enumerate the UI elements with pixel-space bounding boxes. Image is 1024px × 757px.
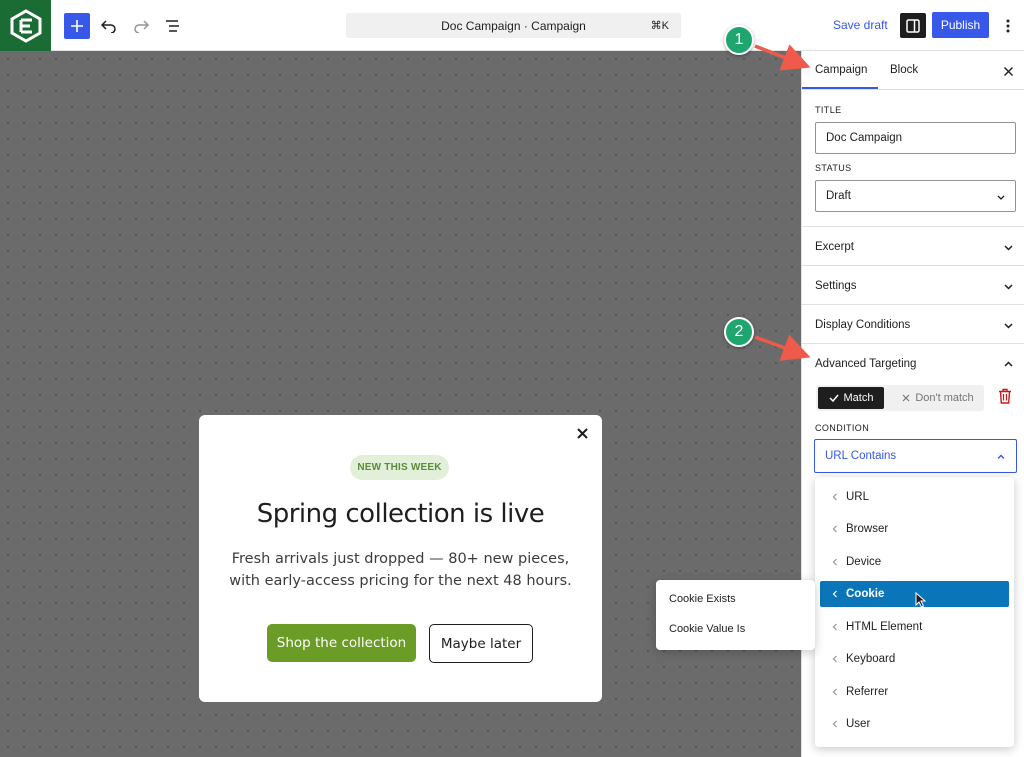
dropdown-item-label: Cookie: [846, 588, 885, 600]
panel-settings-label: Settings: [815, 280, 857, 292]
logo-icon: [10, 8, 41, 43]
add-block-button[interactable]: [64, 13, 90, 39]
document-overview-button[interactable]: [161, 14, 185, 38]
chevron-left-icon: [832, 590, 837, 598]
redo-icon: [134, 20, 149, 33]
condition-value: URL Contains: [825, 450, 897, 462]
command-bar[interactable]: Doc Campaign · Campaign ⌘K: [346, 13, 681, 38]
condition-select[interactable]: URL Contains: [814, 439, 1017, 473]
panel-display-conditions-label: Display Conditions: [815, 319, 911, 331]
panel-excerpt-label: Excerpt: [815, 241, 854, 253]
submenu-item-cookie-value-is[interactable]: Cookie Value Is: [669, 623, 745, 635]
dropdown-item-browser[interactable]: Browser: [820, 516, 1009, 542]
cookie-submenu: Cookie Exists Cookie Value Is: [656, 580, 815, 650]
undo-button[interactable]: [97, 14, 121, 38]
dropdown-item-keyboard[interactable]: Keyboard: [820, 646, 1009, 672]
tab-campaign[interactable]: Campaign: [815, 64, 867, 76]
match-label: Match: [843, 392, 874, 404]
chevron-left-icon: [832, 493, 837, 501]
settings-toggle-button[interactable]: [900, 13, 926, 38]
panel-excerpt[interactable]: Excerpt: [802, 226, 1024, 265]
title-input[interactable]: [815, 122, 1016, 154]
dont-match-label: Don't match: [915, 392, 974, 404]
match-button[interactable]: Match: [818, 387, 884, 409]
shortcut-hint: ⌘K: [650, 20, 669, 32]
dropdown-item-user[interactable]: User: [820, 711, 1009, 737]
tab-block[interactable]: Block: [890, 64, 918, 76]
dropdown-item-label: HTML Element: [846, 621, 923, 633]
close-icon: [902, 394, 910, 402]
popup-description: Fresh arrivals just dropped — 80+ new pi…: [229, 551, 572, 589]
title-label: TITLE: [815, 105, 842, 115]
redo-button[interactable]: [129, 14, 153, 38]
callout-badge-1: 1: [724, 25, 754, 55]
chevron-down-icon: [1004, 284, 1013, 290]
chevron-down-icon: [1004, 323, 1013, 329]
submenu-item-cookie-exists[interactable]: Cookie Exists: [669, 593, 736, 605]
editor-header: Doc Campaign · Campaign ⌘K Save draft Pu…: [0, 0, 1024, 51]
popup-close-button[interactable]: [574, 425, 590, 441]
document-title: Doc Campaign · Campaign: [441, 19, 586, 33]
chevron-up-icon: [1004, 361, 1013, 367]
plus-icon: [71, 20, 83, 32]
status-label: STATUS: [815, 163, 852, 173]
save-draft-button[interactable]: Save draft: [833, 18, 888, 32]
chevron-left-icon: [832, 655, 837, 663]
close-icon: [1003, 66, 1013, 76]
callout-badge-2: 2: [724, 317, 754, 347]
panel-advanced-targeting-label: Advanced Targeting: [815, 358, 917, 370]
sidebar-tabs: Campaign Block: [802, 51, 1024, 90]
close-icon: [576, 427, 588, 439]
chevron-down-icon: [997, 195, 1005, 200]
options-menu-button[interactable]: [998, 14, 1018, 38]
dropdown-item-label: URL: [846, 491, 870, 503]
maybe-later-button[interactable]: Maybe later: [429, 624, 533, 663]
condition-dropdown: URL Browser Device Cookie HTML Element K…: [815, 477, 1014, 747]
more-vertical-icon: [1006, 19, 1010, 33]
shop-collection-button[interactable]: Shop the collection: [267, 624, 416, 662]
editor-canvas[interactable]: NEW THIS WEEK Spring collection is live …: [0, 51, 801, 757]
status-select[interactable]: Draft: [815, 180, 1016, 212]
undo-icon: [101, 20, 116, 33]
chevron-down-icon: [1004, 245, 1013, 251]
close-sidebar-button[interactable]: [1002, 65, 1014, 77]
panel-display-conditions[interactable]: Display Conditions: [802, 304, 1024, 343]
dropdown-item-label: Browser: [846, 523, 889, 535]
dropdown-item-html-element[interactable]: HTML Element: [820, 614, 1009, 640]
dropdown-item-label: User: [846, 718, 871, 730]
publish-button[interactable]: Publish: [932, 12, 989, 38]
active-tab-indicator: [802, 87, 878, 89]
popup-title: Spring collection is live: [256, 499, 545, 529]
panel-settings[interactable]: Settings: [802, 265, 1024, 304]
dont-match-button[interactable]: Don't match: [894, 387, 982, 409]
list-view-icon: [166, 20, 179, 32]
match-toggle-group: Match Don't match: [816, 385, 984, 411]
dropdown-item-device[interactable]: Device: [820, 549, 1009, 575]
chevron-left-icon: [832, 525, 837, 533]
popup-badge: NEW THIS WEEK: [350, 455, 449, 480]
dropdown-item-label: Referrer: [846, 686, 889, 698]
condition-label: CONDITION: [815, 423, 870, 433]
chevron-up-icon: [997, 454, 1005, 459]
sidebar-icon: [906, 18, 920, 33]
popup-preview[interactable]: NEW THIS WEEK Spring collection is live …: [199, 415, 602, 702]
trash-icon[interactable]: [998, 388, 1012, 404]
site-logo[interactable]: [0, 0, 51, 51]
chevron-left-icon: [832, 623, 837, 631]
dropdown-item-label: Keyboard: [846, 653, 896, 665]
mouse-pointer-icon: [915, 592, 927, 608]
chevron-left-icon: [832, 688, 837, 696]
check-icon: [828, 394, 839, 402]
status-value: Draft: [826, 190, 851, 202]
dropdown-item-label: Device: [846, 556, 882, 568]
chevron-left-icon: [832, 558, 837, 566]
dropdown-item-url[interactable]: URL: [820, 484, 1009, 510]
chevron-left-icon: [832, 720, 837, 728]
dropdown-item-referrer[interactable]: Referrer: [820, 679, 1009, 705]
panel-advanced-targeting[interactable]: Advanced Targeting: [802, 343, 1024, 382]
